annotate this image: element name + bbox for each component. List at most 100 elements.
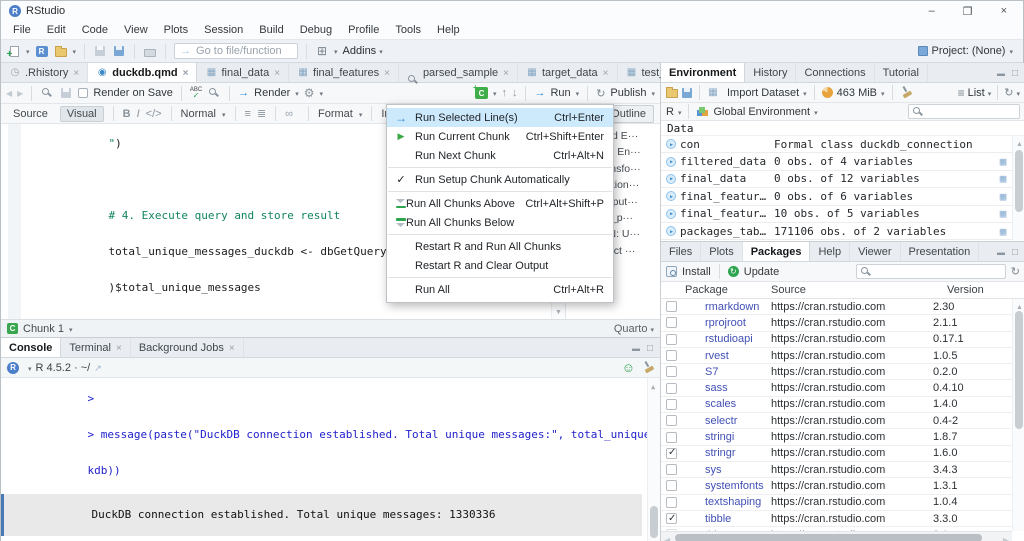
package-row[interactable]: stringi https://cran.rstudio.com 1.8.7	[661, 429, 1024, 445]
format-menu-button[interactable]: Format	[318, 108, 353, 120]
package-column-header[interactable]: Package	[661, 284, 771, 296]
environment-tab[interactable]: Environment	[661, 63, 745, 82]
package-link[interactable]: sys	[683, 464, 771, 476]
package-link[interactable]: stringi	[683, 431, 771, 443]
italic-button[interactable]: I	[137, 108, 140, 120]
insert-chunk-button[interactable]: C	[475, 87, 488, 99]
numbered-list-icon[interactable]	[257, 107, 266, 120]
paragraph-style-select[interactable]: Normal	[181, 108, 216, 120]
menu-item[interactable]: Session	[196, 24, 251, 36]
menu-item[interactable]: Plots	[156, 24, 196, 36]
environment-scrollbar[interactable]	[1012, 136, 1024, 240]
save-source-button[interactable]	[59, 84, 73, 102]
packages-tab[interactable]: Presentation	[901, 242, 980, 261]
package-row[interactable]: rvest https://cran.rstudio.com 1.0.5	[661, 348, 1024, 364]
environment-object-row[interactable]: filtered_data 0 obs. of 4 variables	[661, 153, 1024, 170]
maximize-pane-icon[interactable]	[647, 342, 653, 354]
package-row[interactable]: systemfonts https://cran.rstudio.com 1.3…	[661, 478, 1024, 494]
close-button[interactable]: ×	[1001, 5, 1007, 17]
source-column-header[interactable]: Source	[771, 284, 947, 296]
list-view-caret-icon[interactable]	[988, 87, 992, 99]
packages-tab[interactable]: Packages	[743, 242, 811, 261]
load-workspace-icon[interactable]	[666, 89, 678, 98]
minimize-button[interactable]: –	[929, 5, 935, 17]
addins-button[interactable]: Addins	[343, 45, 383, 57]
package-link[interactable]: rvest	[683, 350, 771, 362]
close-tab-icon[interactable]	[73, 67, 79, 79]
environment-object-row[interactable]: final_data 0 obs. of 12 variables	[661, 171, 1024, 188]
print-button[interactable]	[143, 42, 157, 60]
source-tab[interactable]: duckdb.qmd	[88, 63, 197, 82]
render-button[interactable]: Render	[254, 87, 290, 99]
package-checkbox[interactable]	[666, 497, 677, 508]
source-tab[interactable]: .Rhistory	[1, 63, 88, 82]
close-tab-icon[interactable]	[274, 67, 280, 79]
link-icon[interactable]	[285, 108, 293, 120]
package-link[interactable]: stringr	[683, 447, 771, 459]
expand-object-icon[interactable]	[666, 157, 676, 167]
run-caret-icon[interactable]	[576, 87, 580, 99]
package-link[interactable]: selectr	[683, 415, 771, 427]
package-link[interactable]: sass	[683, 382, 771, 394]
package-row[interactable]: rprojroot https://cran.rstudio.com 2.1.1	[661, 315, 1024, 331]
scrollbar-thumb[interactable]	[1015, 311, 1023, 429]
run-menu-item[interactable]: Run Next Chunk Ctrl+Alt+N	[387, 146, 613, 165]
package-checkbox[interactable]	[666, 480, 677, 491]
run-menu-item[interactable]	[388, 277, 612, 278]
package-checkbox[interactable]	[666, 415, 677, 426]
expand-object-icon[interactable]	[666, 226, 676, 236]
packages-tab[interactable]: Help	[810, 242, 850, 261]
package-checkbox[interactable]	[666, 432, 677, 443]
project-menu-button[interactable]: Project: (None)	[918, 45, 1018, 57]
view-object-icon[interactable]	[995, 225, 1011, 238]
publish-button[interactable]: Publish	[610, 87, 646, 99]
scrollbar-thumb[interactable]	[675, 534, 982, 541]
scroll-up-icon[interactable]	[651, 380, 655, 393]
menu-item[interactable]: Help	[429, 24, 468, 36]
gear-caret-icon[interactable]	[320, 87, 324, 99]
close-tab-icon[interactable]	[183, 67, 189, 79]
new-project-button[interactable]: R	[35, 42, 49, 60]
source-tab[interactable]: final_features	[289, 63, 399, 82]
environment-object-row[interactable]: con Formal class duckdb_connection	[661, 136, 1024, 153]
scroll-left-icon[interactable]	[664, 534, 670, 541]
open-directory-icon[interactable]	[94, 362, 102, 374]
version-column-header[interactable]: Version	[947, 284, 1024, 296]
run-menu-item[interactable]: Run Selected Line(s) Ctrl+Enter	[387, 108, 613, 127]
menu-item[interactable]: File	[5, 24, 39, 36]
save-button[interactable]	[93, 42, 107, 60]
console-tab[interactable]: Background Jobs	[131, 338, 244, 357]
save-all-button[interactable]	[112, 42, 126, 60]
package-checkbox[interactable]	[666, 350, 677, 361]
console-output[interactable]: > > message(paste("DuckDB connection est…	[1, 378, 660, 541]
bold-button[interactable]: B	[123, 108, 131, 120]
scroll-right-icon[interactable]	[1003, 534, 1009, 541]
package-link[interactable]: scales	[683, 398, 771, 410]
run-menu-item[interactable]: Restart R and Run All Chunks	[387, 237, 613, 256]
minimize-pane-icon[interactable]	[997, 246, 1005, 258]
package-link[interactable]: rprojroot	[683, 317, 771, 329]
package-link[interactable]: S7	[683, 366, 771, 378]
packages-tab[interactable]: Files	[661, 242, 701, 261]
run-menu-item[interactable]	[388, 191, 612, 192]
view-object-icon[interactable]	[995, 155, 1011, 168]
close-tab-icon[interactable]	[503, 67, 509, 79]
source-tab[interactable]: final_data	[197, 63, 289, 82]
new-file-button[interactable]	[7, 42, 21, 60]
run-menu-item[interactable]: Run Current Chunk Ctrl+Shift+Enter	[387, 127, 613, 146]
environment-tab[interactable]: Tutorial	[875, 63, 928, 82]
render-on-save-checkbox[interactable]	[78, 88, 88, 98]
run-menu-item[interactable]: Restart R and Clear Output	[387, 256, 613, 275]
package-checkbox[interactable]	[666, 448, 677, 459]
menu-item[interactable]: Tools	[387, 24, 429, 36]
package-row[interactable]: rmarkdown https://cran.rstudio.com 2.30	[661, 299, 1024, 315]
clear-environment-icon[interactable]	[897, 84, 913, 100]
source-tab[interactable]: target_data	[518, 63, 618, 82]
language-select[interactable]: R	[666, 106, 674, 118]
memory-status-icon[interactable]	[622, 360, 635, 375]
package-row[interactable]: sass https://cran.rstudio.com 0.4.10	[661, 380, 1024, 396]
popout-button[interactable]	[40, 84, 54, 102]
memory-usage-button[interactable]: 463 MiB	[837, 87, 877, 99]
import-caret-icon[interactable]	[803, 87, 807, 99]
package-row[interactable]: selectr https://cran.rstudio.com 0.4-2	[661, 413, 1024, 429]
